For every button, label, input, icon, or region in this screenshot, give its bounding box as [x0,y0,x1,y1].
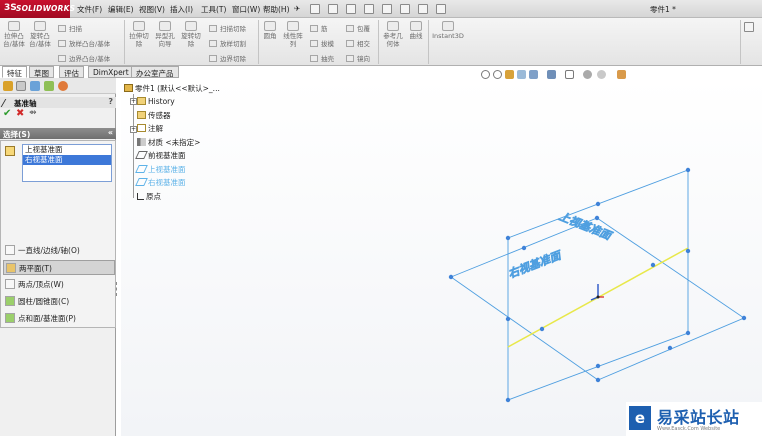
watermark-title: 易采站长站 [657,408,740,427]
plane-handle[interactable] [685,330,691,336]
origin-triad-icon [590,284,604,301]
plane-handle[interactable] [595,201,601,207]
plane-handle[interactable] [505,235,511,241]
plane-handle[interactable] [594,215,600,221]
top-plane[interactable] [450,217,745,381]
plane-handle[interactable] [667,345,673,351]
watermark-logo-icon: e [629,406,651,430]
plane-handle[interactable] [741,315,747,321]
plane-handle[interactable] [521,245,527,251]
plane-handle[interactable] [595,377,601,383]
plane-handle[interactable] [505,397,511,403]
watermark-url: Www.Easck.Com Website [657,426,721,432]
plane-handle[interactable] [505,316,511,322]
plane-handle[interactable] [539,326,545,332]
plane-handle[interactable] [595,363,601,369]
watermark: e 易采站长站 Www.Easck.Com Website [626,402,762,436]
model-viewport-svg: 上视基准面 右视基准面 [448,167,747,403]
top-plane-label: 上视基准面 [557,210,615,243]
plane-handle[interactable] [650,262,656,268]
plane-handle[interactable] [448,274,454,280]
plane-handle[interactable] [685,167,691,173]
right-plane-label: 右视基准面 [506,248,564,281]
plane-handle[interactable] [685,248,691,254]
